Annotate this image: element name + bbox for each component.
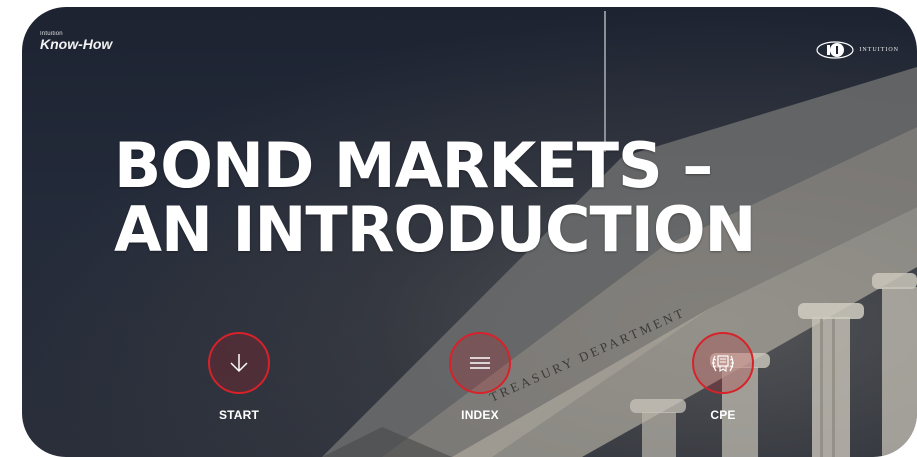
menu-lines-icon bbox=[470, 357, 490, 369]
know-how-brand: Intuition Know-How bbox=[40, 31, 112, 52]
course-title-line-2: AN INTRODUCTION bbox=[114, 193, 756, 266]
brand-name: Know-How bbox=[40, 36, 113, 52]
brand-small-label: Intuition bbox=[40, 31, 63, 37]
certificate-laurel-icon bbox=[712, 355, 734, 373]
intuition-logo: INTUITION bbox=[815, 40, 899, 60]
cpe-circle[interactable] bbox=[692, 332, 754, 394]
course-splash-screen: TREASURY DEPARTMENT Intuition Know-How I… bbox=[22, 7, 917, 457]
course-title: BOND MARKETS – AN INTRODUCTION bbox=[114, 134, 834, 262]
arrow-down-icon bbox=[230, 354, 248, 373]
start-button[interactable]: START bbox=[199, 332, 279, 422]
cpe-button[interactable]: CPE bbox=[683, 332, 763, 422]
index-button[interactable]: INDEX bbox=[440, 332, 520, 422]
start-circle[interactable] bbox=[208, 332, 270, 394]
cpe-label: CPE bbox=[710, 408, 736, 422]
course-title-line-1: BOND MARKETS – bbox=[114, 129, 713, 202]
index-label: INDEX bbox=[461, 408, 499, 422]
index-circle[interactable] bbox=[449, 332, 511, 394]
intuition-mark-icon bbox=[816, 41, 854, 59]
start-label: START bbox=[218, 408, 260, 422]
intuition-logo-text: INTUITION bbox=[859, 47, 899, 53]
